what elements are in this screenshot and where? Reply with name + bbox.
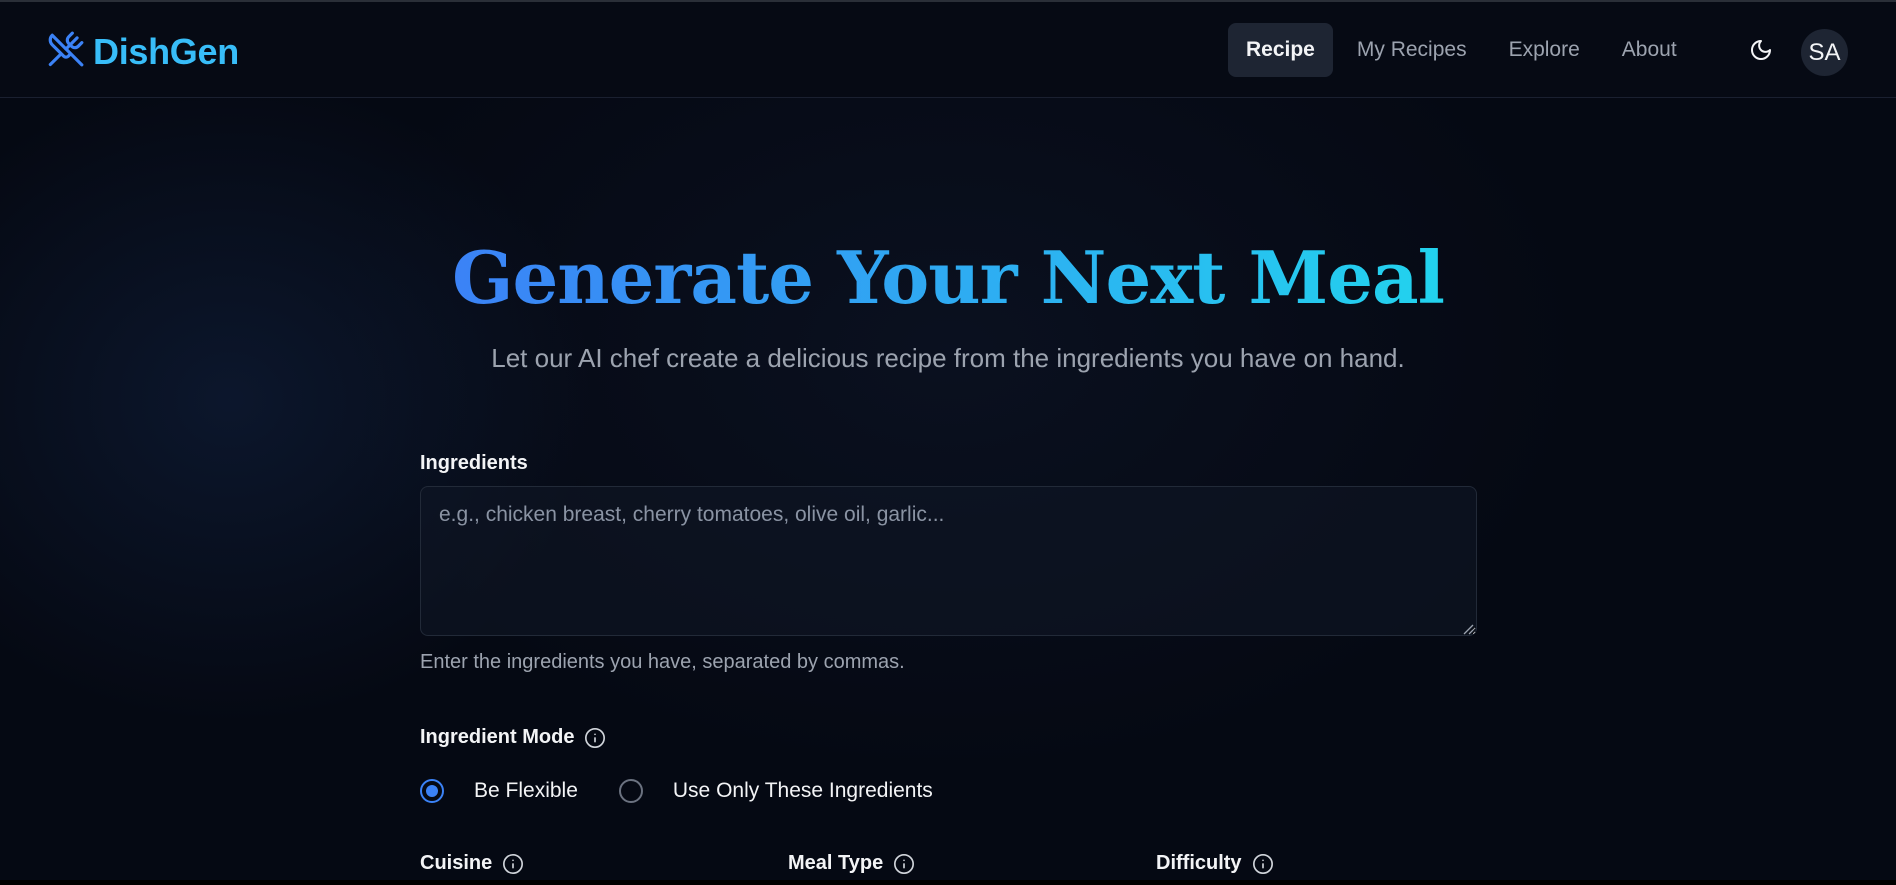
main-nav: Recipe My Recipes Explore About (1228, 23, 1701, 77)
ingredient-mode-label-text: Ingredient Mode (420, 726, 575, 748)
radio-use-only-these[interactable] (618, 779, 643, 803)
utensils-crossed-icon (47, 30, 85, 73)
radio-be-flexible[interactable] (420, 779, 444, 803)
radio-dot (426, 785, 438, 797)
meal-type-label: Meal Type (788, 852, 915, 875)
page-title: Generate Your Next Meal (0, 235, 1896, 320)
info-icon[interactable] (1252, 853, 1274, 875)
nav-item-my-recipes[interactable]: My Recipes (1339, 23, 1485, 77)
difficulty-label-text: Difficulty (1156, 852, 1242, 874)
brand-name: DishGen (93, 30, 239, 72)
resize-handle-icon[interactable] (1463, 622, 1474, 635)
difficulty-label: Difficulty (1156, 852, 1274, 875)
radio-be-flexible-label[interactable]: Be Flexible (474, 779, 578, 803)
theme-toggle-button[interactable] (1744, 35, 1778, 69)
cuisine-label: Cuisine (420, 852, 524, 875)
window-bottom-edge (0, 880, 1896, 885)
cuisine-label-text: Cuisine (420, 852, 493, 874)
info-icon[interactable] (893, 853, 915, 875)
ingredients-label: Ingredients (420, 452, 528, 475)
nav-item-explore[interactable]: Explore (1491, 23, 1598, 77)
page-title-text: Generate Your Next Meal (451, 235, 1445, 320)
ingredients-textarea[interactable] (420, 486, 1477, 636)
ingredient-mode-radio-group: Be Flexible Use Only These Ingredients (420, 779, 933, 803)
nav-item-recipe[interactable]: Recipe (1228, 23, 1333, 77)
page-background (0, 0, 1896, 885)
user-avatar[interactable]: SA (1801, 29, 1848, 76)
brand-logo-link[interactable]: DishGen (47, 30, 239, 73)
page-subtitle: Let our AI chef create a delicious recip… (491, 343, 1405, 373)
ingredients-label-text: Ingredients (420, 452, 528, 474)
nav-item-about[interactable]: About (1604, 23, 1695, 77)
meal-type-label-text: Meal Type (788, 852, 884, 874)
info-icon[interactable] (502, 853, 524, 875)
ingredient-mode-label: Ingredient Mode (420, 726, 606, 749)
top-navbar: DishGen Recipe My Recipes Explore About … (0, 2, 1896, 98)
moon-icon (1749, 38, 1773, 67)
radio-use-only-these-label[interactable]: Use Only These Ingredients (673, 779, 933, 803)
ingredients-hint: Enter the ingredients you have, separate… (420, 651, 905, 673)
info-icon[interactable] (584, 727, 606, 749)
